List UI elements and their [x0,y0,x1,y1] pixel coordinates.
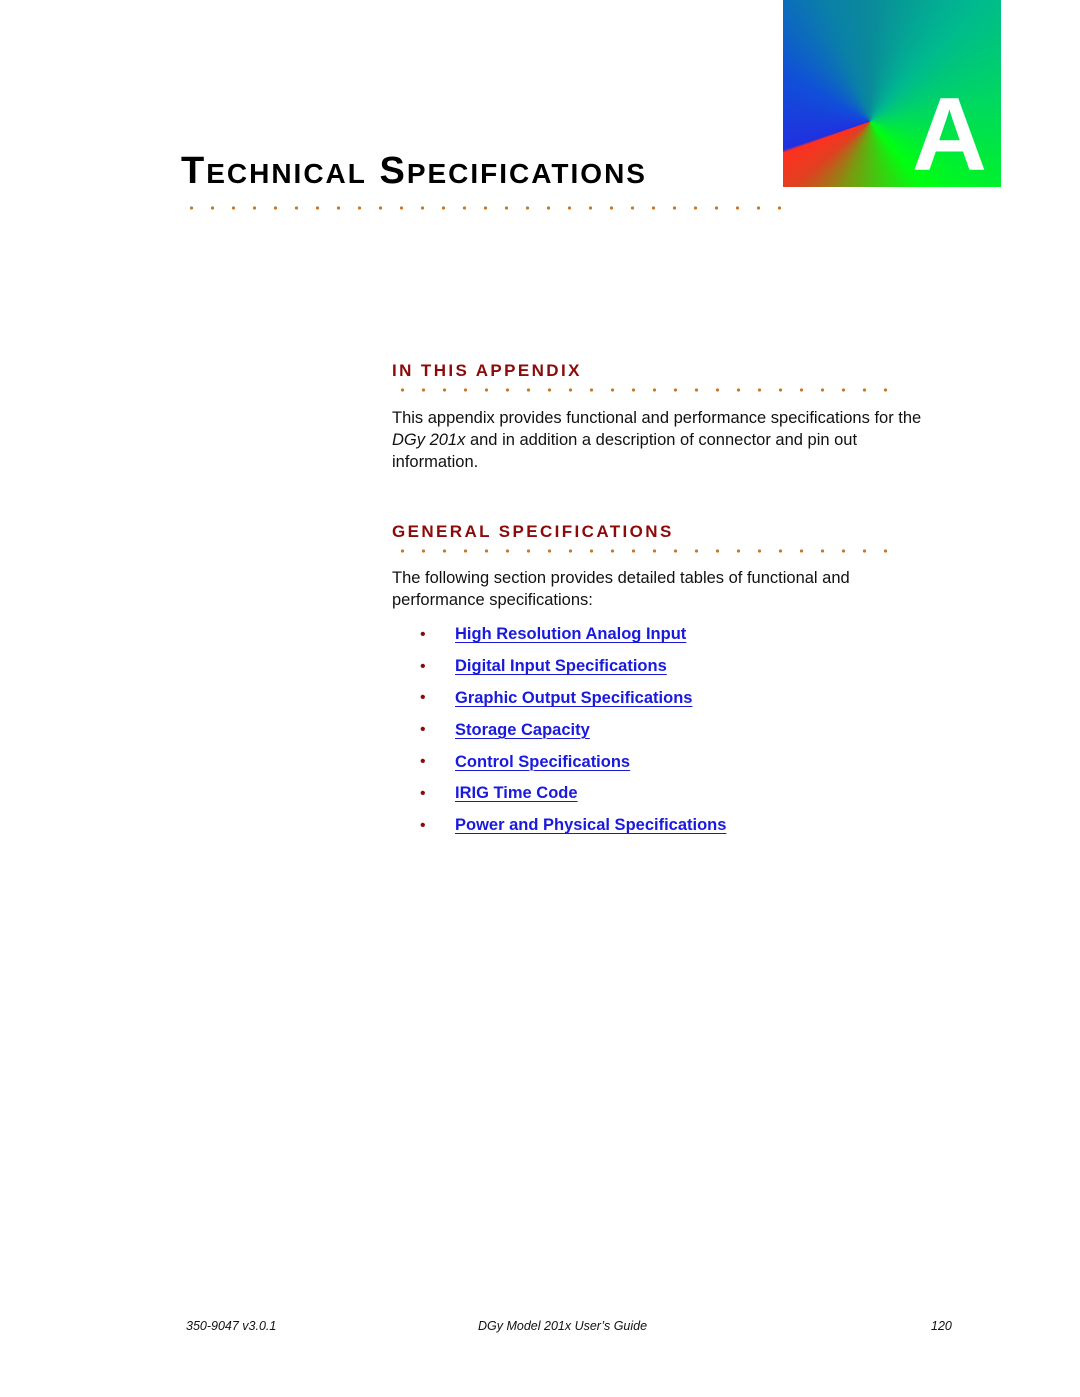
footer-doc-number: 350-9047 v3.0.1 [186,1319,277,1333]
bullet-icon: • [420,753,426,771]
chapter-letter: A [911,77,987,187]
list-item: • Control Specifications [420,746,726,778]
footer-doc-title: DGy Model 201x User’s Guide [478,1319,648,1333]
bullet-icon: • [420,784,426,802]
link-graphic-output-specifications[interactable]: Graphic Output Specifications [455,689,692,708]
link-storage-capacity[interactable]: Storage Capacity [455,721,590,740]
general-specs-description: The following section provides detailed … [392,569,850,609]
link-digital-input-specifications[interactable]: Digital Input Specifications [455,657,667,676]
chapter-title: TECHNICAL SPECIFICATIONS [181,150,647,192]
list-item: • Graphic Output Specifications [420,683,726,715]
general-specs-dotted-rule [392,549,902,553]
general-specs-heading: GENERAL SPECIFICATIONS [392,522,674,541]
bullet-icon: • [420,721,426,739]
chapter-badge: A [783,0,1001,187]
appendix-heading: IN THIS APPENDIX [392,361,582,380]
list-item: • Power and Physical Specifications [420,810,726,842]
spec-links-list: • High Resolution Analog Input • Digital I… [420,619,726,842]
list-item: • Digital Input Specifications [420,651,726,683]
footer-page-number: 120 [931,1319,952,1333]
link-high-resolution-analog-input[interactable]: High Resolution Analog Input [455,625,686,644]
bullet-icon: • [420,657,426,675]
bullet-icon: • [420,689,426,707]
title-dotted-rule [181,206,781,210]
link-control-specifications[interactable]: Control Specifications [455,753,630,772]
appendix-description: This appendix provides functional and pe… [392,409,922,471]
bullet-icon: • [420,625,426,643]
list-item: • IRIG Time Code [420,778,726,810]
link-power-and-physical-specifications[interactable]: Power and Physical Specifications [455,816,726,835]
link-irig-time-code[interactable]: IRIG Time Code [455,784,578,803]
list-item: • Storage Capacity [420,714,726,746]
list-item: • High Resolution Analog Input [420,619,726,651]
appendix-dotted-rule [392,388,902,392]
bullet-icon: • [420,816,426,834]
